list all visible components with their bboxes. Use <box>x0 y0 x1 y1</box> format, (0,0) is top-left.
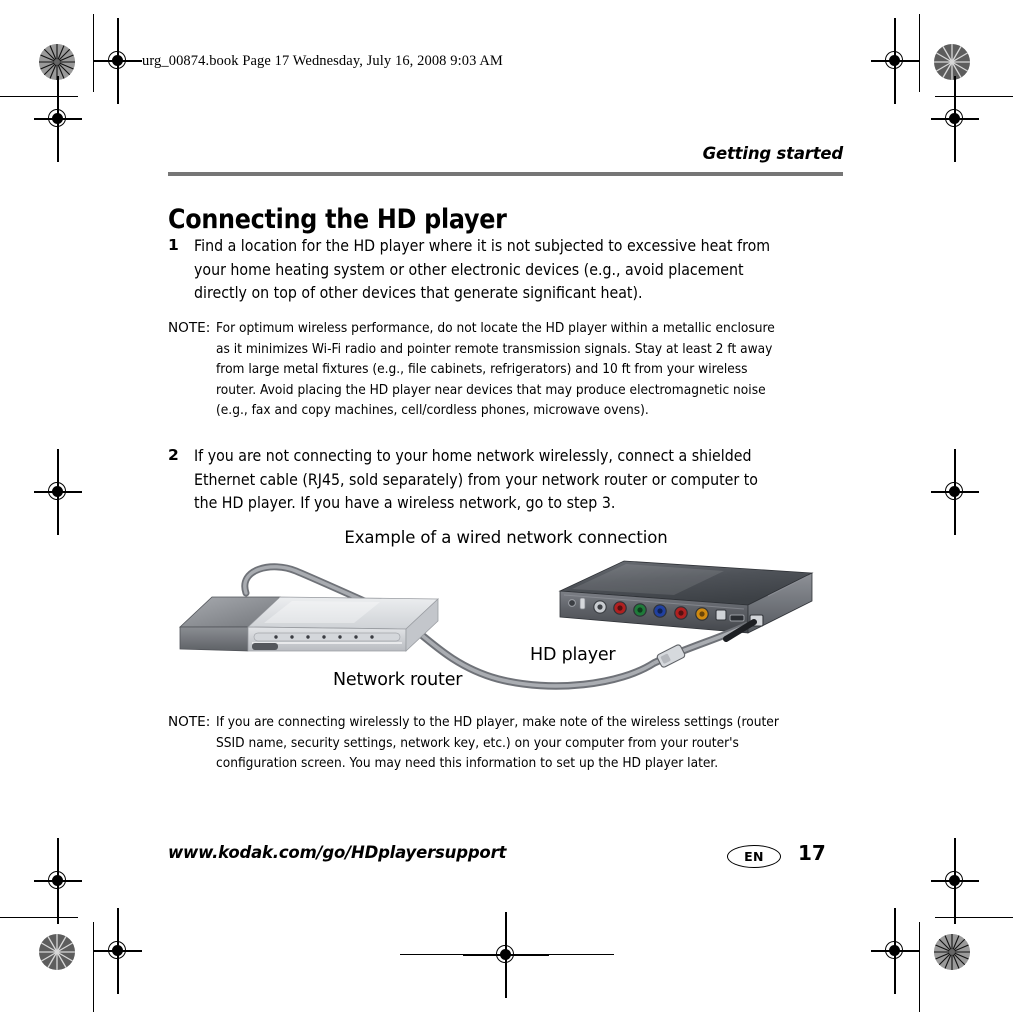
crop-line-top-right-v <box>919 14 921 92</box>
registration-mark-right-upper <box>931 76 979 162</box>
registration-mark-left-middle <box>34 449 82 535</box>
registration-mark-bottom-right <box>871 908 919 994</box>
page-number: 17 <box>798 841 826 865</box>
step-2-number: 2 <box>168 446 179 464</box>
registration-mark-left-lower <box>34 838 82 924</box>
registration-mark-left-upper <box>34 76 82 162</box>
crop-line-top-left-v <box>93 14 95 92</box>
registration-mark-top-left <box>94 18 142 104</box>
crop-line-bottom-center-h-left <box>400 954 492 956</box>
step-2: 2 If you are not connecting to your home… <box>168 444 844 515</box>
step-1-number: 1 <box>168 236 179 254</box>
star-target-bottom-right <box>934 934 970 970</box>
note-2-text: If you are connecting wirelessly to the … <box>216 714 779 772</box>
star-target-top-right <box>934 44 970 80</box>
note-2-label: NOTE: <box>168 714 211 730</box>
print-file-header: urg_00874.book Page 17 Wednesday, July 1… <box>142 53 503 69</box>
crop-line-bottom-center-h-right <box>522 954 614 956</box>
figure-artwork: Network router HD player <box>168 555 844 695</box>
figure-wired-network: Example of a wired network connection Ne… <box>168 528 844 695</box>
note-2: NOTE: If you are connecting wirelessly t… <box>168 712 844 774</box>
crop-line-bottom-left-v <box>93 922 95 1012</box>
registration-mark-bottom-center <box>463 912 549 998</box>
note-1-label: NOTE: <box>168 320 211 336</box>
figure-label-network-router: Network router <box>333 670 463 690</box>
footer-support-url[interactable]: www.kodak.com/go/HDplayersupport <box>168 843 506 862</box>
note-1: NOTE: For optimum wireless performance, … <box>168 318 844 421</box>
crop-line-left-lower-h <box>0 917 78 919</box>
star-target-bottom-left <box>39 934 75 970</box>
player-optical-port <box>715 609 727 621</box>
header-rule <box>168 172 843 176</box>
crop-line-left-upper-h <box>0 96 78 98</box>
figure-caption: Example of a wired network connection <box>344 528 668 547</box>
network-diagram-svg <box>178 560 814 690</box>
registration-mark-top-right <box>871 18 919 104</box>
figure-label-hd-player: HD player <box>530 645 616 665</box>
registration-mark-bottom-left <box>94 908 142 994</box>
network-router-illustration <box>178 596 439 652</box>
registration-mark-right-middle <box>931 449 979 535</box>
hd-player-illustration <box>558 560 814 634</box>
step-2-text: If you are not connecting to your home n… <box>194 446 758 512</box>
step-1-text: Find a location for the HD player where … <box>194 236 771 302</box>
registration-mark-right-lower <box>931 838 979 924</box>
crop-line-right-upper-h <box>935 96 1013 98</box>
running-head: Getting started <box>702 144 844 163</box>
step-1: 1 Find a location for the HD player wher… <box>168 234 844 305</box>
player-hdmi-port <box>729 614 745 622</box>
page-title: Connecting the HD player <box>168 203 507 235</box>
language-badge: EN <box>727 845 781 868</box>
note-1-text: For optimum wireless performance, do not… <box>216 320 775 419</box>
crop-line-right-lower-h <box>935 917 1013 919</box>
crop-line-bottom-right-v <box>919 922 921 1012</box>
star-target-top-left <box>39 44 75 80</box>
